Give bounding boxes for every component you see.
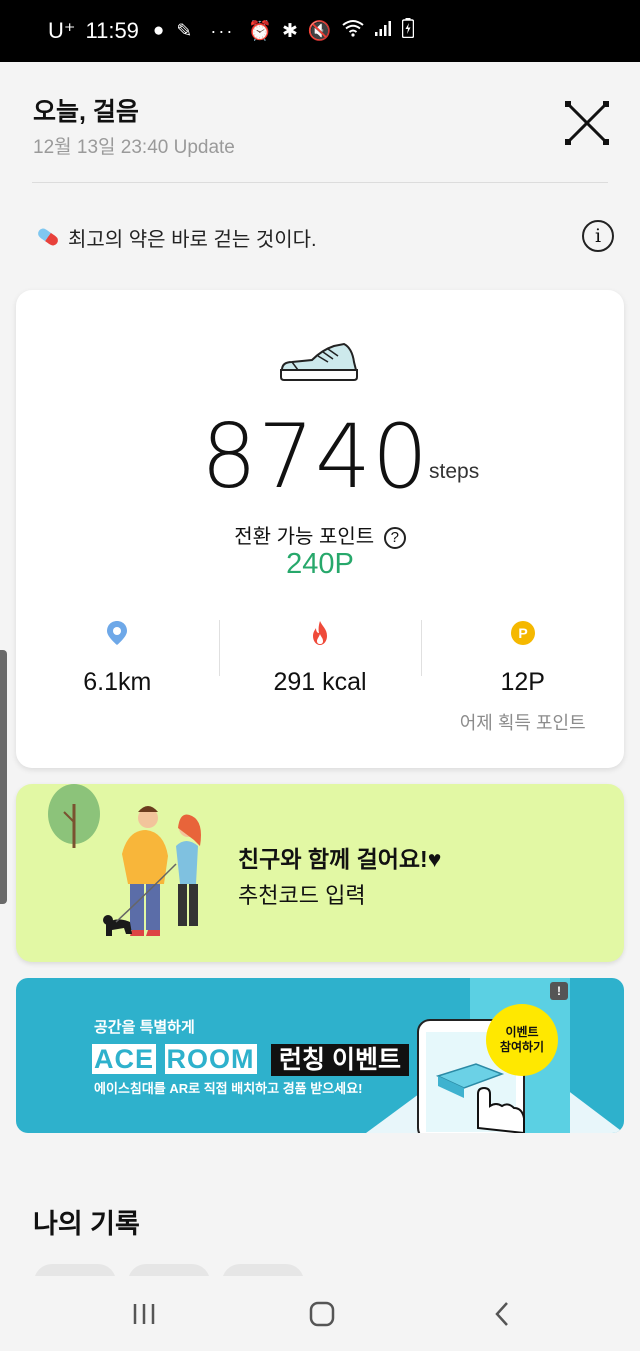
- sneaker-icon: [280, 342, 358, 381]
- tip-row: 최고의 약은 바로 걷는 것이다.: [34, 222, 614, 252]
- info-icon: i: [594, 225, 602, 247]
- status-time: 11:59: [85, 18, 139, 43]
- tip-text: 최고의 약은 바로 걷는 것이다.: [68, 228, 317, 251]
- info-button[interactable]: i: [582, 220, 614, 252]
- stat-distance: 6.1km: [16, 620, 219, 740]
- app-notification-icon: ✎: [176, 20, 193, 42]
- recent-apps-icon: [133, 1304, 155, 1324]
- signal-icon: [374, 19, 392, 43]
- invite-friend-banner[interactable]: 친구와 함께 걸어요!♥ 추천코드 입력: [16, 784, 624, 962]
- header-divider: [32, 182, 608, 183]
- ad-brand-part-a: ACE: [92, 1044, 157, 1074]
- alarm-icon: ⏰: [248, 21, 272, 42]
- status-bar: U⁺ 11:59 ● ✎ ··· ⏰ ✱ 🔇: [0, 0, 640, 62]
- calories-value: 291 kcal: [273, 668, 367, 696]
- status-icons: ⏰ ✱ 🔇: [248, 18, 414, 44]
- my-records-title: 나의 기록: [33, 1209, 140, 1239]
- close-button[interactable]: [562, 98, 612, 148]
- invite-banner-title: 친구와 함께 걸어요!♥: [238, 846, 442, 872]
- page-header: 오늘, 걸음 12월 13일 23:40 Update: [0, 62, 640, 182]
- home-icon: [309, 1301, 335, 1327]
- ad-info-icon[interactable]: !: [550, 982, 568, 1000]
- convertible-points-label-row: 전환 가능 포인트 ?: [16, 520, 624, 549]
- system-navigation-bar: [0, 1276, 640, 1351]
- back-icon: [495, 1302, 508, 1326]
- steps-unit: steps: [429, 460, 480, 483]
- event-badge-line2: 참여하기: [499, 1040, 545, 1054]
- bluetooth-icon: ✱: [281, 20, 298, 42]
- yesterday-points-value: 12P: [500, 668, 545, 696]
- close-icon: [565, 101, 609, 145]
- ad-headline: ACE ROOM 런칭 이벤트: [92, 1040, 409, 1076]
- more-notifications-icon: ···: [210, 20, 235, 41]
- convertible-points-label: 전환 가능 포인트: [234, 526, 375, 548]
- yesterday-points-label: 어제 획득 포인트: [459, 713, 586, 733]
- ad-brand-part-b: ROOM: [164, 1044, 257, 1074]
- pill-icon: [38, 228, 58, 246]
- point-coin-icon: P: [510, 621, 535, 645]
- stat-yesterday-points: P 12P 어제 획득 포인트: [421, 620, 624, 740]
- mute-icon: 🔇: [307, 21, 332, 42]
- back-button[interactable]: [482, 1296, 522, 1332]
- convertible-points-value: 240P: [286, 548, 354, 580]
- event-join-badge[interactable]: 이벤트 참여하기: [486, 1004, 558, 1076]
- stat-calories: 291 kcal: [218, 620, 422, 740]
- ad-banner[interactable]: 공간을 특별하게 ACE ROOM 런칭 이벤트 에이스침대를 AR로 직접 배…: [16, 978, 624, 1133]
- edge-panel-handle[interactable]: [0, 650, 7, 904]
- location-pin-icon: [107, 621, 128, 645]
- invite-banner-subtitle: 추천코드 입력: [238, 883, 366, 908]
- update-timestamp: 12월 13일 23:40 Update: [33, 137, 235, 158]
- event-badge-line1: 이벤트: [505, 1025, 539, 1039]
- distance-value: 6.1km: [83, 668, 152, 696]
- steps-summary-card: 8740 steps 전환 가능 포인트 ? 240P 6.1km 291 kc…: [16, 290, 624, 768]
- flame-icon: [313, 621, 327, 645]
- ad-top-line: 공간을 특별하게: [94, 1019, 195, 1036]
- stats-row: 6.1km 291 kcal P 12P 어제 획득 포인트: [16, 620, 624, 740]
- steps-count: 8740: [201, 405, 429, 508]
- walking-couple-illustration: [48, 784, 201, 936]
- wifi-icon: [341, 19, 364, 43]
- page-title: 오늘, 걸음: [33, 98, 139, 126]
- carrier-label: U⁺: [48, 18, 76, 43]
- battery-icon: [401, 18, 414, 44]
- help-icon[interactable]: ?: [383, 526, 406, 549]
- recent-apps-button[interactable]: [124, 1296, 164, 1332]
- svg-text:P: P: [518, 625, 527, 641]
- home-button[interactable]: [302, 1296, 342, 1332]
- ad-description: 에이스침대를 AR로 직접 배치하고 경품 받으세요!: [94, 1081, 363, 1096]
- chat-bubble-icon: ●: [152, 20, 165, 41]
